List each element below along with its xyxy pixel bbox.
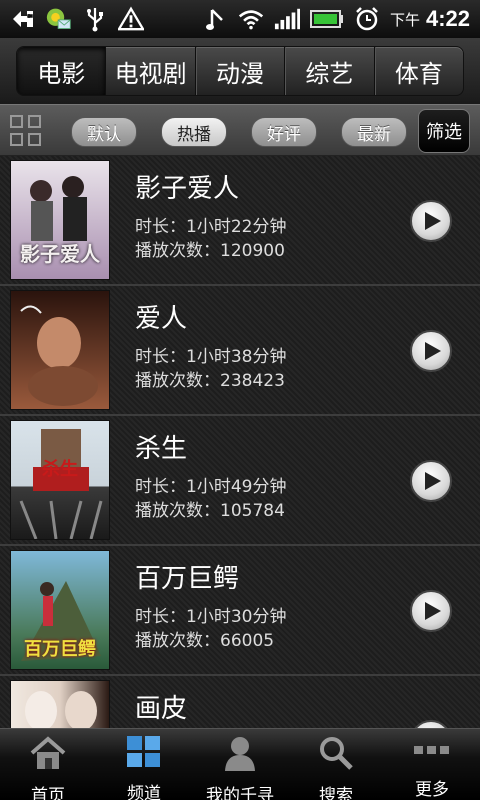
add-icon	[10, 6, 36, 32]
search-icon	[316, 735, 356, 771]
poster-title: 百万巨鳄	[24, 639, 96, 660]
sort-hot-button[interactable]: 热播	[161, 117, 227, 147]
poster-title: 影子爱人	[20, 242, 100, 266]
movie-play-count: 播放次数：66005	[135, 631, 275, 651]
tab-sports[interactable]: 体育	[375, 47, 463, 95]
movie-duration: 时长：1小时49分钟	[135, 477, 287, 497]
movie-title: 影子爱人	[135, 174, 240, 204]
list-item[interactable]: 杀生 杀生 时长：1小时49分钟 播放次数：105784	[0, 416, 480, 546]
poster-image: 影子爱人	[10, 160, 110, 280]
wifi-icon	[238, 6, 264, 32]
list-item[interactable]: 画皮	[0, 676, 480, 728]
tab-tv-series[interactable]: 电视剧	[106, 47, 196, 95]
sort-latest-button[interactable]: 最新	[341, 117, 407, 147]
nav-home[interactable]: 首页	[0, 729, 96, 800]
movie-list: 影子爱人 影子爱人 时长：1小时22分钟 播放次数：120900 爱人 时长：1…	[0, 156, 480, 728]
status-bar: 下午 4:22	[0, 0, 480, 38]
play-button[interactable]	[410, 720, 452, 728]
movie-play-count: 播放次数：238423	[135, 371, 285, 391]
play-button[interactable]	[410, 460, 452, 502]
movie-duration: 时长：1小时30分钟	[135, 607, 287, 627]
play-icon	[425, 342, 441, 360]
nav-search[interactable]: 搜索	[288, 729, 384, 800]
movie-title: 百万巨鳄	[135, 564, 240, 594]
channel-grid-icon	[124, 735, 164, 769]
filter-button[interactable]: 筛选	[418, 109, 470, 153]
usb-icon	[82, 6, 108, 32]
battery-icon	[309, 6, 344, 32]
nav-channel[interactable]: 频道	[96, 729, 192, 800]
poster-image	[10, 680, 110, 728]
clock-ampm: 下午	[389, 10, 420, 29]
poster-image: 杀生	[10, 420, 110, 540]
nav-home-label: 首页	[31, 786, 65, 800]
nav-my[interactable]: 我的千寻	[192, 729, 288, 800]
sort-bar: 默认 热播 好评 最新 筛选	[0, 104, 480, 156]
nav-my-label: 我的千寻	[206, 786, 274, 800]
nav-more[interactable]: 更多	[384, 729, 480, 800]
play-button[interactable]	[410, 200, 452, 242]
list-item[interactable]: 爱人 时长：1小时38分钟 播放次数：238423	[0, 286, 480, 416]
clock-time: 4:22	[425, 6, 470, 31]
movie-title: 杀生	[135, 434, 188, 464]
poster-image: 百万巨鳄	[10, 550, 110, 670]
nav-channel-label: 频道	[127, 784, 161, 800]
signal-icon	[274, 6, 300, 32]
sort-rating-button[interactable]: 好评	[251, 117, 317, 147]
movie-duration: 时长：1小时38分钟	[135, 347, 287, 367]
nav-search-label: 搜索	[319, 786, 353, 800]
category-bar: 电影 电视剧 动漫 综艺 体育	[0, 38, 480, 104]
list-item[interactable]: 影子爱人 影子爱人 时长：1小时22分钟 播放次数：120900	[0, 156, 480, 286]
home-icon	[28, 735, 68, 771]
tab-anime[interactable]: 动漫	[196, 47, 286, 95]
movie-play-count: 播放次数：120900	[135, 241, 285, 261]
play-button[interactable]	[410, 590, 452, 632]
list-item[interactable]: 百万巨鳄 百万巨鳄 时长：1小时30分钟 播放次数：66005	[0, 546, 480, 676]
user-icon	[220, 735, 260, 771]
alarm-icon	[354, 6, 380, 32]
poster-image	[10, 290, 110, 410]
play-button[interactable]	[410, 330, 452, 372]
play-icon	[425, 602, 441, 620]
warning-icon	[118, 6, 144, 32]
tab-variety[interactable]: 综艺	[285, 47, 375, 95]
nav-more-label: 更多	[415, 780, 449, 800]
sort-default-button[interactable]: 默认	[71, 117, 137, 147]
play-icon	[425, 212, 441, 230]
movie-duration: 时长：1小时22分钟	[135, 217, 287, 237]
poster-title: 杀生	[42, 459, 78, 480]
more-icon	[412, 735, 452, 765]
tab-movies[interactable]: 电影	[17, 47, 107, 95]
grid-view-icon[interactable]	[10, 115, 42, 147]
bottom-nav: 首页 频道 我的千寻 搜索 更多	[0, 728, 480, 800]
play-icon	[425, 472, 441, 490]
music-icon	[202, 6, 228, 32]
movie-play-count: 播放次数：105784	[135, 501, 285, 521]
movie-title: 爱人	[135, 304, 188, 334]
movie-title: 画皮	[135, 694, 188, 724]
app-notification-icon	[46, 6, 72, 32]
